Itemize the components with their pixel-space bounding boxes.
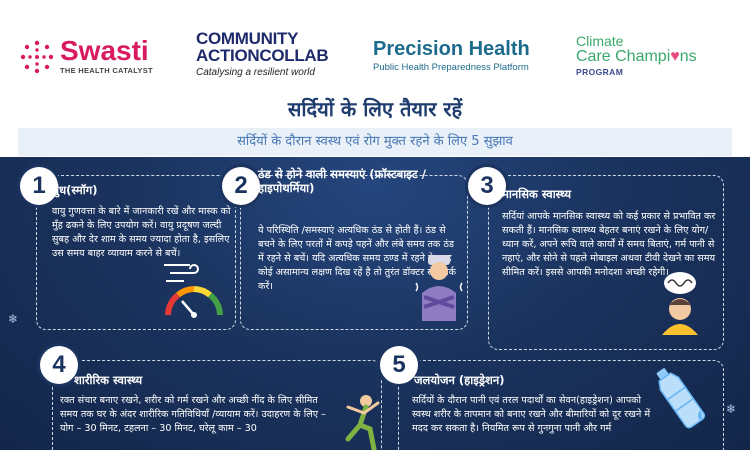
air-quality-gauge-icon bbox=[164, 264, 223, 318]
tip-title-4: शारीरिक स्वास्थ्य bbox=[74, 373, 143, 387]
tip-title-3: मानसिक स्वास्थ्य bbox=[502, 187, 572, 201]
header-logos: Swasti THE HEALTH CATALYST COMMUNITY ACT… bbox=[0, 0, 750, 90]
ccc-line1: Climate bbox=[576, 33, 624, 49]
exercising-person-icon bbox=[345, 395, 380, 450]
community-action-collab-logo: COMMUNITY ACTIONCOLLAB Catalysing a resi… bbox=[196, 29, 329, 78]
swasti-tagline: THE HEALTH CATALYST bbox=[60, 66, 153, 75]
swasti-name: Swasti bbox=[60, 35, 149, 66]
tip-title-5: जलयोजन (हाइड्रेशन) bbox=[414, 373, 505, 387]
water-bottle-icon bbox=[656, 368, 706, 429]
shivering-person-icon bbox=[415, 255, 463, 321]
ccc-line2a: Care Champi bbox=[576, 48, 671, 65]
swasti-logo: Swasti THE HEALTH CATALYST bbox=[20, 35, 153, 75]
tip-number-3: 3 bbox=[468, 167, 506, 205]
tip-body-5: सर्दियों के दौरान पानी एवं तरल पदार्थों … bbox=[412, 395, 651, 434]
snowflake-icon: ❄ bbox=[8, 312, 19, 326]
tip-number-2: 2 bbox=[222, 167, 260, 205]
tip-title-1: धुंध(स्मॉग) bbox=[52, 183, 98, 197]
precision-health-logo: Precision Health Public Health Preparedn… bbox=[373, 38, 530, 73]
tip-number-4: 4 bbox=[40, 346, 78, 384]
cac-tagline: Catalysing a resilient world bbox=[196, 67, 315, 78]
swasti-dots-icon bbox=[20, 40, 54, 73]
tip-title-2: ठंड से होने वाली समस्याएं (फ्रॉस्टबाइट /… bbox=[258, 167, 426, 195]
precision-health-tagline: Public Health Preparedness Platform bbox=[373, 62, 529, 73]
climate-care-champions-logo: Climate Care Champi♥ns PROGRAM bbox=[576, 34, 697, 77]
snowflake-icon: ❄ bbox=[726, 402, 737, 416]
tip-body-4: रक्त संचार बनाए रखने, शरीर को गर्म रखने … bbox=[60, 395, 326, 434]
tips-board: ❄ ❄ ❄ 1 धुंध(स्मॉग) वायु गुणवत्ता के बार… bbox=[0, 157, 750, 450]
tip-body-1: वायु गुणवत्ता के बारे में जानकारी रखें औ… bbox=[52, 206, 231, 259]
cac-line2: ACTIONCOLLAB bbox=[196, 46, 329, 65]
ccc-line2b: ns bbox=[679, 48, 697, 65]
cac-line1: COMMUNITY bbox=[196, 29, 299, 48]
precision-health-name: Precision Health bbox=[373, 38, 530, 60]
ccc-line2: Care Champi♥ns bbox=[576, 48, 697, 65]
heart-icon: ♥ bbox=[670, 48, 680, 65]
tip-number-5: 5 bbox=[380, 346, 418, 384]
page-title: सर्दियों के लिए तैयार रहें bbox=[287, 97, 463, 121]
ccc-line3: PROGRAM bbox=[576, 67, 624, 77]
stressed-person-icon bbox=[662, 272, 698, 335]
page-subtitle: सर्दियों के दौरान स्वस्थ एवं रोग मुक्त र… bbox=[18, 128, 732, 156]
